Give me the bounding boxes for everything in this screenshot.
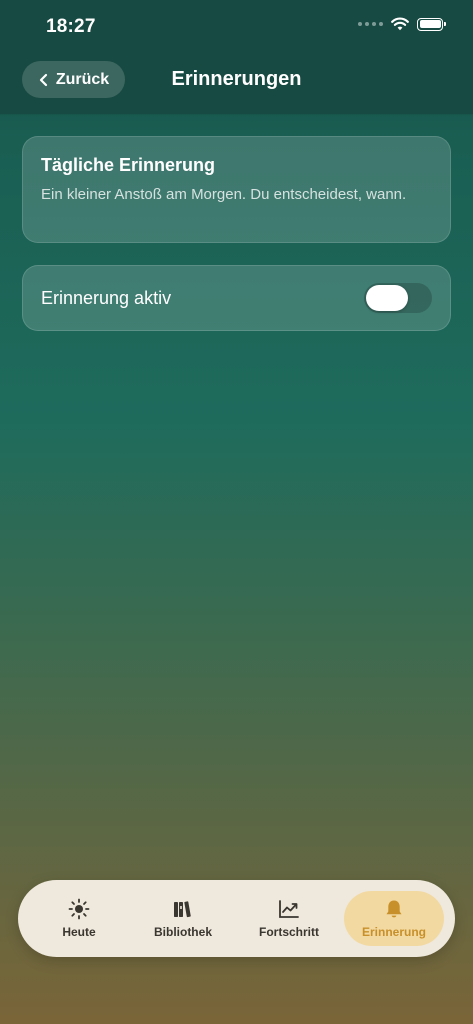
tab-fortschritt[interactable]: Fortschritt (240, 891, 338, 946)
reminder-toggle-card: Erinnerung aktiv (22, 265, 451, 331)
reminder-toggle[interactable] (364, 283, 432, 313)
card-title: Tägliche Erinnerung (41, 155, 216, 175)
cellular-signal-icon (358, 22, 383, 26)
status-bar: 18:27 (0, 0, 473, 54)
toggle-label: Erinnerung aktiv (41, 287, 172, 308)
chart-icon (279, 900, 299, 918)
tab-erinnerung[interactable]: Erinnerung (344, 891, 444, 946)
status-time: 18:27 (46, 16, 96, 37)
bell-icon (386, 900, 402, 918)
tab-label: Fortschritt (259, 925, 319, 939)
tab-heute[interactable]: Heute (32, 891, 126, 946)
wifi-icon (391, 17, 409, 31)
toggle-knob (366, 285, 408, 311)
tab-label: Heute (62, 925, 96, 939)
navigation-bar: 18:27 Zurück Erinnerungen (0, 0, 473, 114)
status-icons (358, 17, 446, 31)
battery-icon (417, 17, 446, 31)
tab-bar: Heute Bibliothek Fortschritt Erinnerung (18, 880, 455, 957)
tab-label: Bibliothek (153, 925, 212, 939)
daily-reminder-card: Tägliche Erinnerung Ein kleiner Anstoß a… (22, 136, 451, 243)
tab-bibliothek[interactable]: Bibliothek (136, 891, 230, 946)
card-description: Ein kleiner Anstoß am Morgen. Du entsche… (41, 186, 407, 203)
books-icon (174, 901, 191, 918)
page-title: Erinnerungen (171, 68, 302, 90)
tab-label: Erinnerung (361, 925, 426, 939)
sun-icon (68, 898, 90, 920)
